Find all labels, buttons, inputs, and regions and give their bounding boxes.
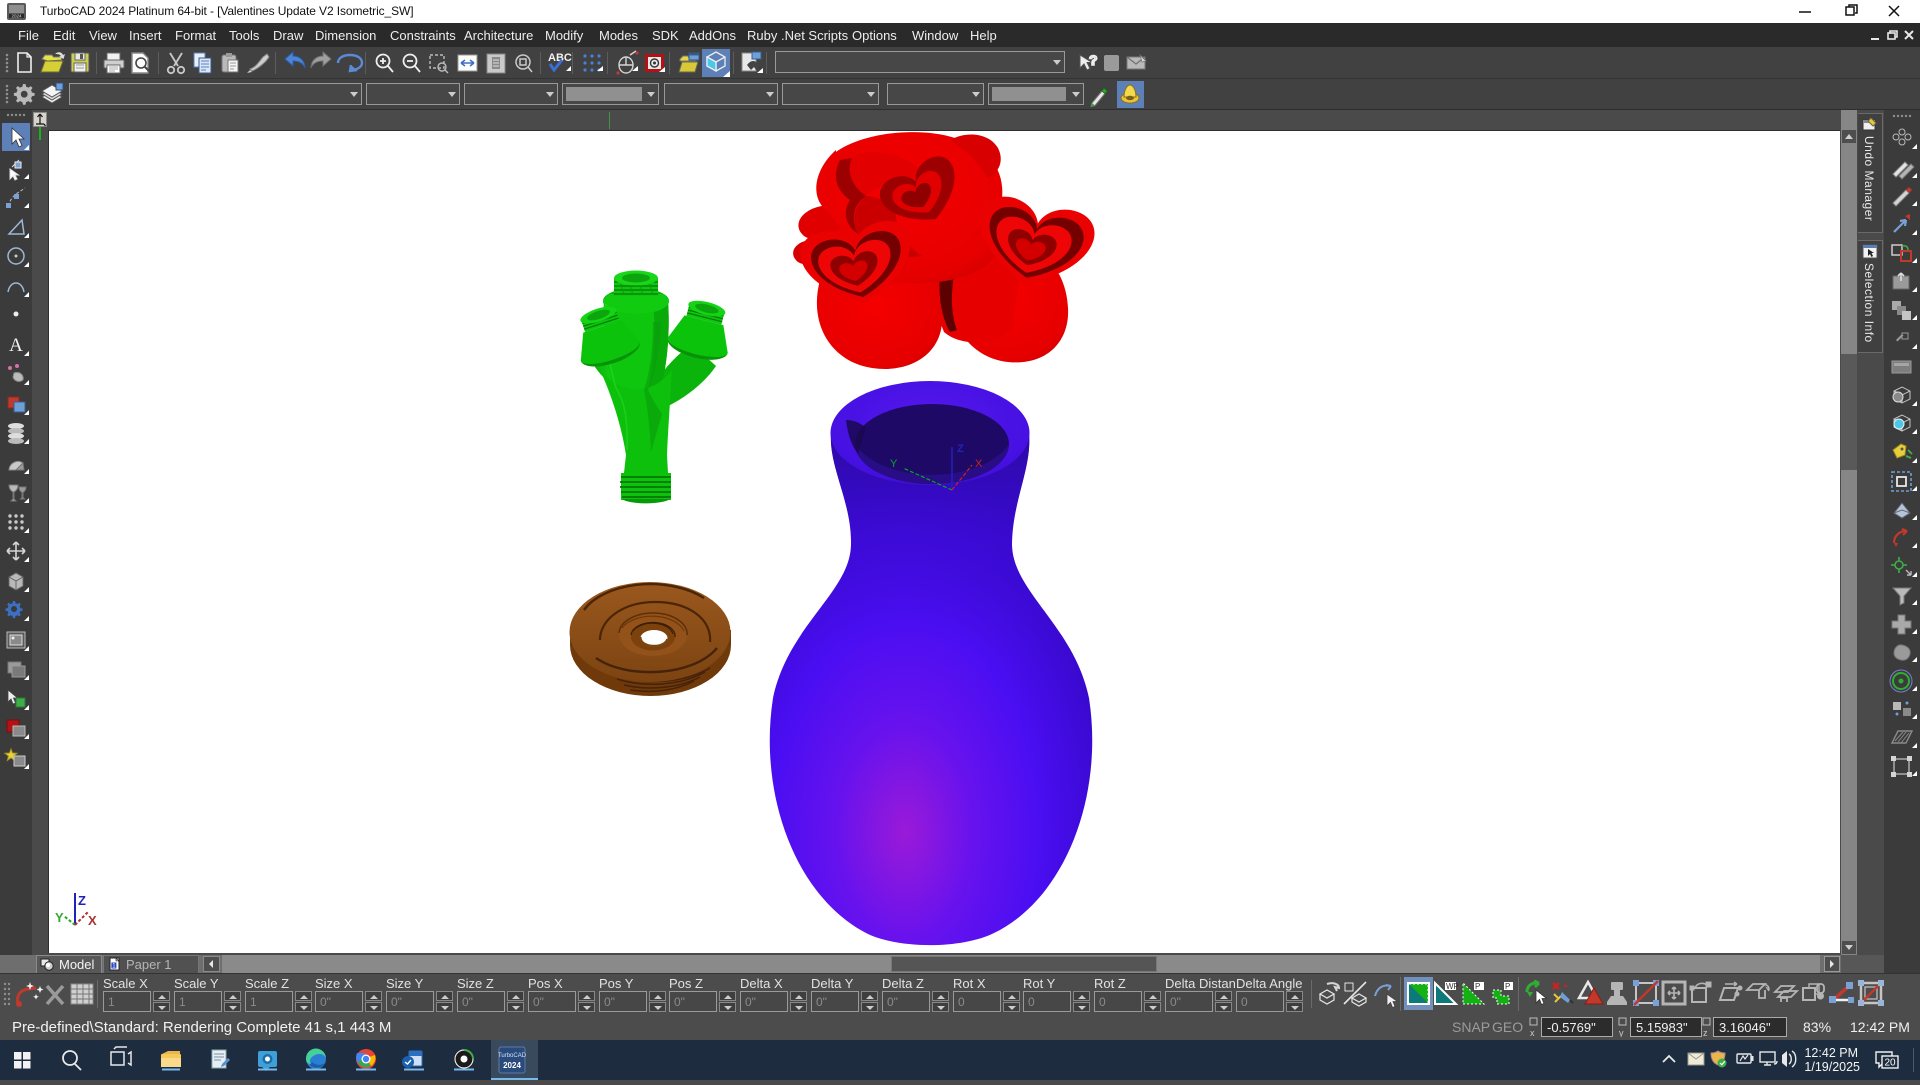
svg-text:2024: 2024 [503, 1061, 521, 1070]
svg-text:P: P [1505, 982, 1510, 991]
svg-text:20: 20 [1884, 1058, 1896, 1069]
svg-text:?: ? [1089, 52, 1098, 68]
svg-text:2024: 2024 [11, 14, 22, 19]
svg-text:x: x [1530, 1028, 1535, 1037]
svg-text:P: P [1475, 982, 1480, 991]
svg-text:Y: Y [890, 458, 898, 470]
svg-text:1/19/2025: 1/19/2025 [1804, 1060, 1860, 1074]
svg-text:z: z [1703, 1028, 1708, 1037]
svg-text:TurboCAD: TurboCAD [498, 1053, 527, 1059]
svg-text:X: X [975, 458, 983, 470]
svg-text:Y: Y [55, 910, 64, 925]
svg-text:y: y [1619, 1028, 1624, 1037]
svg-text:A: A [9, 335, 23, 356]
svg-text:Z: Z [78, 893, 86, 908]
svg-text:Z: Z [957, 443, 964, 455]
svg-text:X: X [88, 913, 97, 928]
svg-text:WP: WP [1446, 982, 1459, 991]
svg-text:12:42 PM: 12:42 PM [1804, 1046, 1858, 1060]
